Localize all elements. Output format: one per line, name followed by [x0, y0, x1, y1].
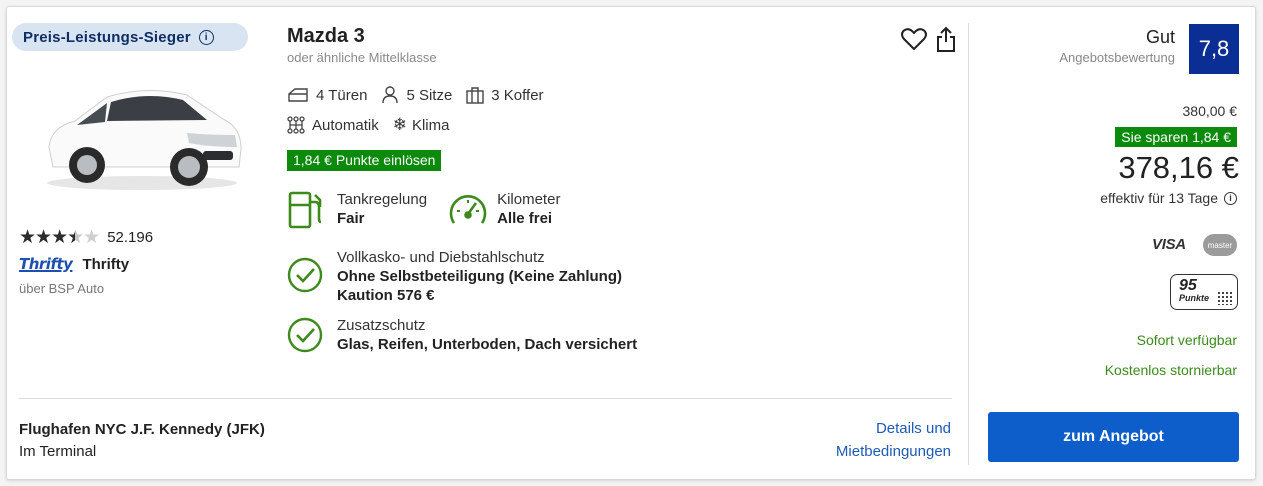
effective-label: effektiv für 13 Tage [1100, 190, 1218, 206]
rating-sublabel: Angebotsbewertung [1059, 50, 1175, 65]
rating-score[interactable]: 7,8 [1189, 24, 1239, 74]
review-count: 52.196 [107, 229, 154, 246]
offer-card: Preis-Leistungs-Sieger i ★★★★★ 52.196 Th… [6, 6, 1256, 480]
to-offer-button[interactable]: zum Angebot [988, 412, 1239, 462]
points-badge[interactable]: 95 Punkte [1170, 274, 1238, 310]
doors-label: 4 Türen [316, 86, 368, 104]
share-icon[interactable] [934, 25, 958, 53]
door-icon [288, 88, 308, 102]
column-divider [968, 23, 969, 465]
heart-icon[interactable] [901, 27, 927, 51]
seats-label: 5 Sitze [406, 86, 453, 104]
extra-protection-value: Glas, Reifen, Unterboden, Dach versicher… [337, 336, 638, 353]
location-name: Flughafen NYC J.F. Kennedy (JFK) [19, 421, 265, 438]
ac-label: Klima [411, 116, 450, 134]
extra-protection-label: Zusatzschutz [337, 317, 426, 334]
check-circle-icon [287, 257, 323, 293]
luggage-feature: 3 Koffer [466, 86, 544, 104]
suitcase-icon [466, 87, 484, 104]
info-icon[interactable]: i [198, 29, 214, 45]
savings-badge: Sie sparen 1,84 € [1115, 127, 1237, 147]
seats-feature: 5 Sitze [381, 86, 452, 104]
insurance-full-coverage: Vollkasko- und Diebstahlschutz Ohne Selb… [287, 248, 622, 305]
original-price: 380,00 € [1182, 103, 1238, 119]
car-title: Mazda 3 [287, 25, 365, 47]
price-performance-badge[interactable]: Preis-Leistungs-Sieger i [12, 23, 248, 51]
fuel-policy: Tankregelung Fair [337, 190, 427, 230]
full-coverage-label: Vollkasko- und Diebstahlschutz [337, 249, 545, 266]
thrifty-logo: Thrifty [19, 255, 73, 273]
badge-label: Preis-Leistungs-Sieger [23, 28, 191, 46]
mastercard-logo: master [1203, 234, 1237, 256]
gear-shift-icon [287, 116, 305, 134]
mileage-policy: Kilometer Alle frei [497, 190, 560, 230]
fuel-and-mileage: Tankregelung Fair Kilometer Alle frei [287, 190, 560, 230]
insurance-extra: Zusatzschutz Glas, Reifen, Unterboden, D… [287, 316, 637, 354]
rating-stars-icon: ★★★★★ [19, 227, 100, 248]
info-icon[interactable]: i [1224, 191, 1237, 205]
deductible-value: Ohne Selbstbeteiligung (Keine Zahlung) [337, 268, 623, 285]
supplier: Thrifty Thrifty [19, 255, 129, 273]
broker-info: über BSP Auto [19, 281, 105, 296]
dots-icon [1217, 291, 1233, 305]
supplier-name: Thrifty [82, 255, 130, 273]
details-link-line2[interactable]: Mietbedingungen [797, 440, 951, 463]
redeem-points-tag[interactable]: 1,84 € Punkte einlösen [287, 150, 442, 171]
availability: Sofort verfügbar [1136, 332, 1237, 348]
fuel-policy-value: Fair [337, 210, 365, 227]
rating-label: Gut [1145, 27, 1175, 47]
snowflake-icon: ❄ [392, 115, 407, 134]
effective-duration: effektiv für 13 Tage i [1100, 190, 1237, 206]
check-circle-icon [287, 317, 323, 353]
offer-rating: Gut Angebotsbewertung [1059, 27, 1175, 65]
transmission-feature: Automatik [287, 116, 379, 134]
doors-feature: 4 Türen [287, 87, 367, 104]
car-features: 4 Türen 5 Sitze 3 Koffer Automatik ❄ Kli… [287, 80, 558, 140]
car-image [47, 90, 242, 190]
fuel-policy-label: Tankregelung [337, 191, 428, 208]
deposit-value: Kaution 576 € [337, 287, 435, 304]
location-detail: Im Terminal [19, 443, 97, 460]
supplier-rating: ★★★★★ 52.196 [19, 226, 153, 249]
mileage-label: Kilometer [497, 191, 561, 208]
fuel-pump-icon [288, 191, 322, 229]
person-icon [382, 86, 399, 104]
details-link-line1[interactable]: Details und [797, 417, 951, 440]
cancellation: Kostenlos stornierbar [1104, 362, 1237, 378]
car-subtitle: oder ähnliche Mittelklasse [287, 50, 437, 65]
transmission-label: Automatik [312, 116, 379, 134]
details-link[interactable]: Details und Mietbedingungen [797, 417, 951, 463]
luggage-label: 3 Koffer [491, 86, 544, 104]
visa-logo: VISA [1152, 236, 1186, 253]
total-price: 378,16 € [1118, 150, 1239, 185]
ac-feature: ❄ Klima [393, 115, 450, 135]
divider [19, 398, 952, 399]
pickup-location: Flughafen NYC J.F. Kennedy (JFK) Im Term… [19, 419, 265, 463]
mileage-value: Alle frei [497, 210, 553, 227]
speedometer-icon [449, 195, 487, 224]
